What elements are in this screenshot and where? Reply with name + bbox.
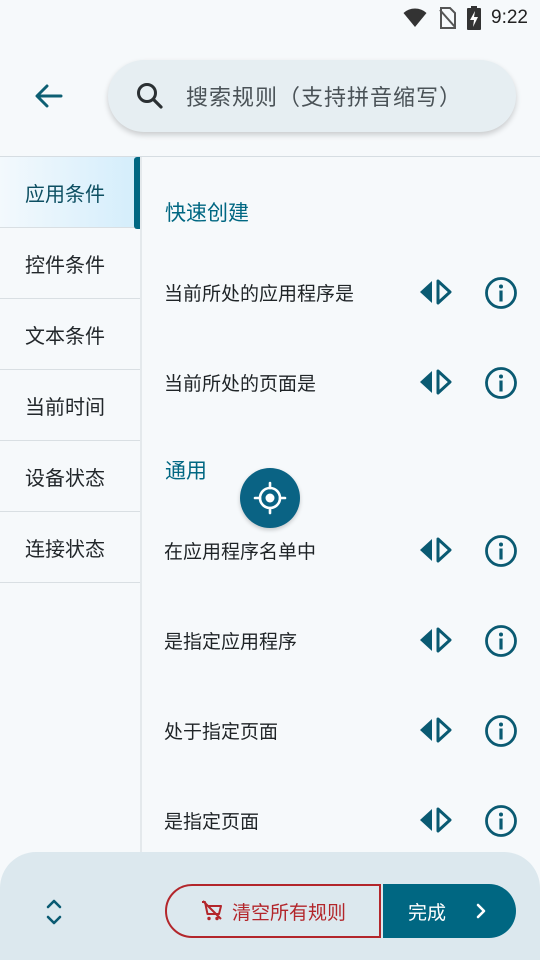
info-icon[interactable] (484, 624, 518, 658)
rule-row[interactable]: 处于指定页面 (142, 701, 540, 761)
bottom-action-bar: 清空所有规则 完成 (0, 852, 540, 960)
sidebar-item-app-conditions[interactable]: 应用条件 (0, 157, 140, 229)
sidebar-item-connection-state[interactable]: 连接状态 (0, 512, 140, 583)
rule-label: 当前所处的应用程序是 (164, 283, 355, 305)
left-right-arrows-icon[interactable] (418, 807, 452, 833)
back-button[interactable] (24, 76, 74, 116)
search-input[interactable]: 搜索规则（支持拼音缩写） (186, 80, 462, 112)
rule-label: 当前所处的页面是 (164, 373, 317, 395)
status-time: 9:22 (491, 7, 528, 28)
chevron-right-icon (476, 903, 486, 919)
sidebar-item-label: 当前时间 (25, 394, 105, 419)
floating-target-button[interactable] (240, 468, 300, 528)
rule-row[interactable]: 是指定页面 (142, 791, 540, 851)
sidebar-item-label: 连接状态 (25, 536, 105, 561)
info-icon[interactable] (484, 714, 518, 748)
info-icon[interactable] (484, 276, 518, 310)
info-icon[interactable] (484, 804, 518, 838)
sidebar-item-label: 文本条件 (25, 323, 105, 348)
arrow-left-icon (35, 84, 63, 108)
section-title-quick-create: 快速创建 (165, 201, 249, 225)
sidebar-item-current-time[interactable]: 当前时间 (0, 370, 140, 441)
info-icon[interactable] (484, 534, 518, 568)
rule-label: 是指定应用程序 (164, 631, 298, 653)
battery-charging-icon (467, 6, 482, 30)
rule-row[interactable]: 是指定应用程序 (142, 611, 540, 671)
status-bar: 9:22 (0, 0, 540, 36)
rule-row[interactable]: 当前所处的页面是 (142, 353, 540, 413)
left-right-arrows-icon[interactable] (418, 537, 452, 563)
rule-label: 是指定页面 (164, 811, 260, 833)
section-title-general: 通用 (165, 459, 207, 483)
top-bar: 搜索规则（支持拼音缩写） (0, 36, 540, 156)
done-label: 完成 (408, 901, 447, 924)
left-right-arrows-icon[interactable] (418, 627, 452, 653)
sidebar-item-widget-conditions[interactable]: 控件条件 (0, 228, 140, 299)
rule-list: 快速创建 当前所处的应用程序是 当前所处的页面是 通用 在应用程序名单中 是指定… (142, 157, 540, 857)
crosshair-target-icon (253, 481, 287, 515)
sidebar-item-label: 控件条件 (25, 252, 105, 277)
sidebar-item-device-state[interactable]: 设备状态 (0, 441, 140, 512)
sidebar-item-label: 设备状态 (25, 465, 105, 490)
clear-all-rules-label: 清空所有规则 (231, 901, 346, 924)
clear-all-rules-button[interactable]: 清空所有规则 (165, 884, 381, 938)
rule-label: 在应用程序名单中 (164, 541, 317, 563)
rule-row[interactable]: 当前所处的应用程序是 (142, 263, 540, 323)
done-button[interactable]: 完成 (383, 884, 516, 938)
left-right-arrows-icon[interactable] (418, 279, 452, 305)
left-right-arrows-icon[interactable] (418, 369, 452, 395)
status-icons: 9:22 (403, 6, 528, 30)
category-sidebar: 应用条件 控件条件 文本条件 当前时间 设备状态 连接状态 (0, 157, 140, 857)
cart-remove-icon (201, 900, 222, 921)
sidebar-item-label: 应用条件 (25, 181, 105, 206)
no-sim-icon (439, 7, 457, 29)
left-right-arrows-icon[interactable] (418, 717, 452, 743)
rule-row[interactable]: 在应用程序名单中 (142, 521, 540, 581)
sidebar-item-text-conditions[interactable]: 文本条件 (0, 299, 140, 370)
rule-label: 处于指定页面 (164, 721, 279, 743)
search-icon (137, 83, 163, 109)
wifi-icon (403, 8, 427, 27)
info-icon[interactable] (484, 366, 518, 400)
search-bar[interactable]: 搜索规则（支持拼音缩写） (108, 60, 516, 132)
unfold-icon[interactable] (38, 894, 70, 930)
